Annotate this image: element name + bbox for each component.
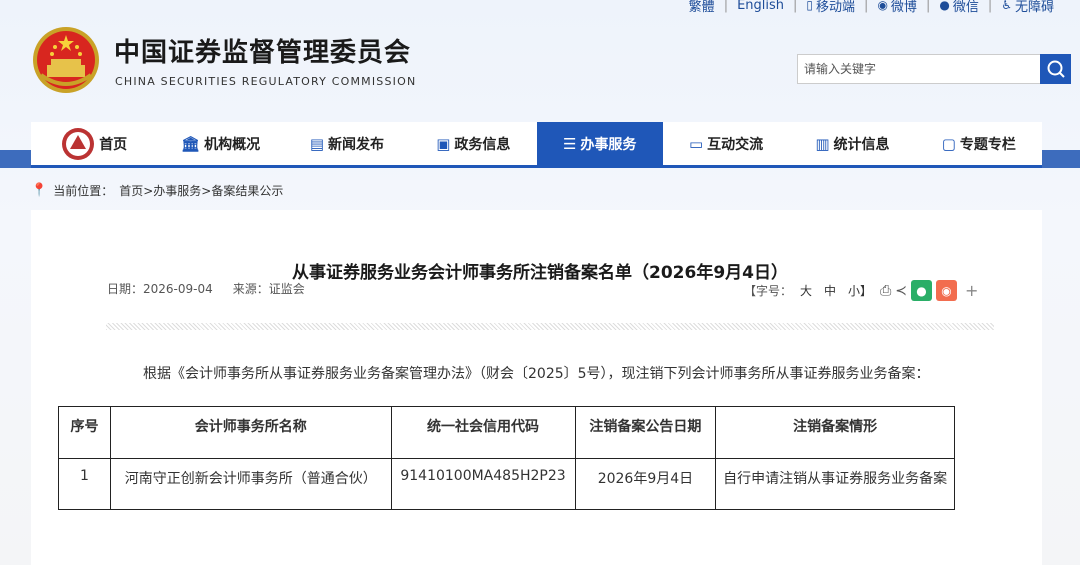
font-size-small[interactable]: 小】 — [848, 282, 872, 299]
nav-item-services[interactable]: ☰ 办事服务 — [536, 122, 663, 165]
weibo-icon: ◉ — [877, 0, 888, 12]
nav-label: 政务信息 — [454, 136, 511, 153]
nav-item-gov-info[interactable]: ▣ 政务信息 — [410, 122, 536, 165]
nav-item-topics[interactable]: ▢ 专题专栏 — [916, 122, 1042, 165]
divider: | — [864, 0, 869, 13]
chat-icon: ▭ — [688, 134, 704, 153]
news-icon: ▤ — [309, 134, 325, 153]
nav-item-statistics[interactable]: ▥ 统计信息 — [789, 122, 915, 165]
weibo-link[interactable]: ◉ 微博 — [877, 0, 917, 15]
wechat-label: 微信 — [952, 0, 979, 15]
mobile-label: 移动端 — [816, 0, 856, 15]
article-tools: 【字号： 大 中 小】 ⎙ ≺ ● ◉ + — [744, 280, 978, 301]
nav-item-news[interactable]: ▤ 新闻发布 — [284, 122, 410, 165]
nav-item-about[interactable]: 🏛 机构概况 — [157, 122, 283, 165]
nav-label: 新闻发布 — [328, 136, 385, 153]
table-header: 注销备案情形 — [715, 406, 955, 459]
article-source: 来源：证监会 — [232, 282, 305, 296]
wechat-share-icon[interactable]: ● — [911, 280, 932, 301]
nav-item-home[interactable]: 首页 — [31, 122, 157, 165]
divider: | — [793, 0, 798, 13]
table-header: 注销备案公告日期 — [574, 406, 717, 459]
monitor-icon: ▣ — [436, 134, 451, 153]
accessibility-label: 无障碍 — [1014, 0, 1054, 15]
location-pin-icon: 📍 — [31, 183, 48, 198]
weibo-label: 微博 — [890, 0, 917, 15]
more-share-icon[interactable]: + — [965, 281, 978, 300]
table-cell: 91410100MA485H2P23 — [390, 458, 576, 510]
english-link[interactable]: English — [737, 0, 784, 13]
print-icon[interactable]: ⎙ — [880, 283, 891, 299]
table-row: 1 河南守正创新会计师事务所（普通合伙） 91410100MA485H2P23 … — [58, 458, 955, 510]
divider: | — [723, 0, 729, 13]
table-header: 序号 — [58, 406, 111, 459]
share-icon[interactable]: ≺ — [895, 283, 907, 299]
wechat-link[interactable]: ● 微信 — [939, 0, 979, 15]
building-icon: 🏛 — [181, 134, 201, 153]
mobile-icon: ▯ — [806, 0, 814, 12]
nav-label: 统计信息 — [833, 136, 890, 153]
article-intro: 根据《会计师事务所从事证券服务业务备案管理办法》（财会〔2025〕5号），现注销… — [143, 366, 930, 382]
table-cell: 2026年9月4日 — [574, 458, 717, 510]
table-cell: 河南守正创新会计师事务所（普通合伙） — [109, 458, 392, 510]
site-subtitle: CHINA SECURITIES REGULATORY COMMISSION — [115, 75, 417, 88]
chart-icon: ▥ — [815, 134, 830, 153]
nav-label: 办事服务 — [580, 136, 637, 153]
search-box — [797, 54, 1071, 84]
divider-hatch — [106, 323, 994, 330]
mobile-link[interactable]: ▯ 移动端 — [806, 0, 855, 15]
nav-label: 首页 — [99, 136, 128, 153]
wechat-icon: ● — [939, 0, 950, 12]
article-meta: 日期：2026-09-04 来源：证监会 — [107, 280, 305, 297]
service-icon: ☰ — [562, 134, 577, 153]
main-nav: 首页 🏛 机构概况 ▤ 新闻发布 ▣ 政务信息 ☰ 办事服务 ▭ 互动交流 ▥ … — [31, 122, 1042, 168]
font-size-medium[interactable]: 中 — [824, 282, 836, 299]
nav-item-interaction[interactable]: ▭ 互动交流 — [663, 122, 789, 165]
topic-icon: ▢ — [941, 134, 956, 153]
nav-label: 专题专栏 — [959, 136, 1016, 153]
nav-label: 机构概况 — [204, 136, 261, 153]
national-emblem-logo[interactable] — [31, 25, 101, 95]
accessibility-link[interactable]: ♿ 无障碍 — [1001, 0, 1054, 15]
breadcrumb: 📍 当前位置： 首页>办事服务>备案结果公示 — [31, 182, 283, 199]
search-button[interactable] — [1040, 54, 1071, 84]
site-title: 中国证券监督管理委员会 — [114, 38, 412, 68]
traditional-chinese-link[interactable]: 繁體 — [689, 0, 715, 15]
accessibility-icon: ♿ — [1001, 0, 1012, 12]
table-header-row: 序号 会计师事务所名称 统一社会信用代码 注销备案公告日期 注销备案情形 — [58, 406, 955, 459]
divider: | — [987, 0, 993, 13]
breadcrumb-prefix: 当前位置： — [53, 184, 114, 198]
home-emblem-icon — [62, 127, 95, 160]
search-input[interactable] — [797, 54, 1040, 84]
table-header: 会计师事务所名称 — [109, 406, 392, 459]
table-cell: 1 — [58, 458, 111, 510]
table-cell: 自行申请注销从事证券服务业务备案 — [715, 458, 955, 510]
search-icon — [1047, 60, 1065, 78]
deregistration-table: 序号 会计师事务所名称 统一社会信用代码 注销备案公告日期 注销备案情形 1 河… — [58, 406, 955, 510]
font-size-label: 【字号： — [744, 284, 793, 298]
divider: | — [925, 0, 931, 13]
breadcrumb-path[interactable]: 首页>办事服务>备案结果公示 — [119, 182, 283, 199]
font-size-large[interactable]: 大 — [800, 282, 812, 299]
weibo-share-icon[interactable]: ◉ — [936, 280, 957, 301]
nav-label: 互动交流 — [707, 136, 764, 153]
top-links: 繁體 | English | ▯ 移动端 | ◉ 微博 | ● 微信 | ♿ 无… — [689, 0, 1054, 15]
article-date: 日期：2026-09-04 — [107, 282, 213, 296]
table-header: 统一社会信用代码 — [390, 406, 576, 459]
